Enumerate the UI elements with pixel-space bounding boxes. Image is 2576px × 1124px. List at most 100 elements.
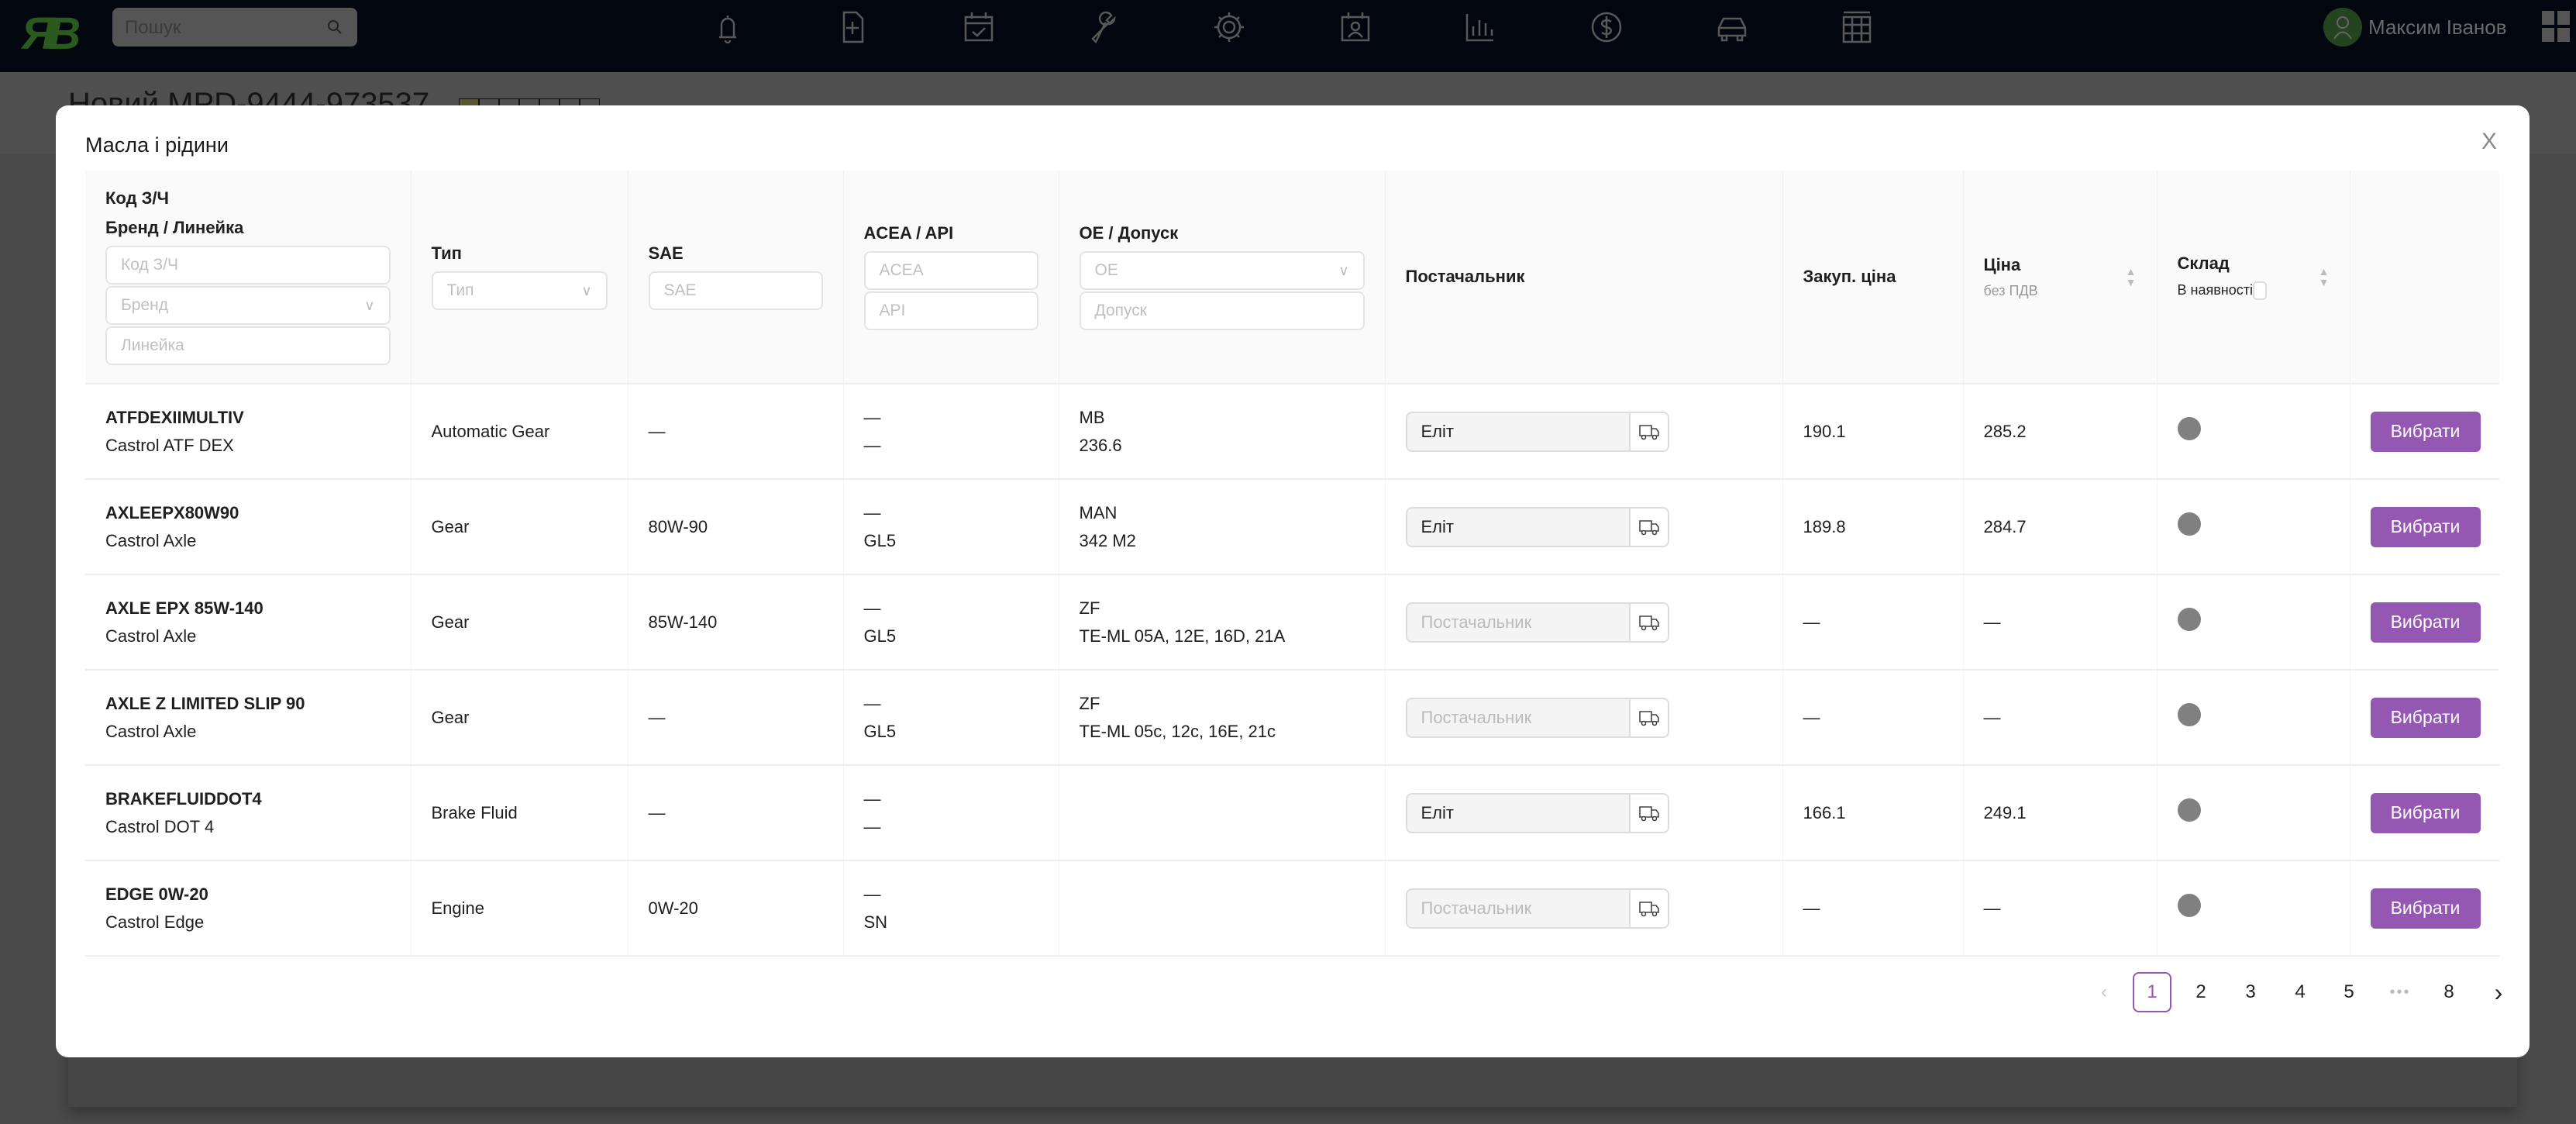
gear-icon[interactable] xyxy=(1210,8,1248,47)
cell-oe xyxy=(1059,765,1386,861)
truck-icon[interactable] xyxy=(1630,411,1669,452)
cell-code: AXLE Z LIMITED SLIP 90 Castrol Axle xyxy=(85,670,412,766)
cell-acea-api: — GL5 xyxy=(843,670,1059,766)
cell-sae: — xyxy=(628,670,844,766)
part-code: AXLEEPX80W90 xyxy=(105,502,239,522)
oe-filter-select[interactable]: OE ∨ xyxy=(1079,251,1365,290)
apps-grid-icon[interactable] xyxy=(2542,11,2570,42)
header-type: Тип xyxy=(431,243,462,263)
table-row: ATFDEXIIMULTIV Castrol ATF DEX Automatic … xyxy=(85,384,2499,480)
cell-price: 285.2 xyxy=(1963,384,2158,480)
file-plus-icon[interactable] xyxy=(833,8,872,47)
dollar-icon[interactable] xyxy=(1587,8,1626,47)
part-code: EDGE 0W-20 xyxy=(105,884,208,904)
line-filter-input[interactable]: Линейка xyxy=(105,326,391,365)
cell-action: Вибрати xyxy=(2350,574,2499,671)
select-button[interactable]: Вибрати xyxy=(2370,506,2481,547)
cell-type: Gear xyxy=(411,670,629,766)
app-logo[interactable]: ЯВ xyxy=(22,8,81,60)
sort-icon[interactable]: ▲ ▼ xyxy=(2319,266,2330,288)
col-price[interactable]: Ціна без ПДВ ▲ ▼ xyxy=(1963,171,2158,384)
supplier-field[interactable]: Еліт xyxy=(1405,506,1631,547)
cell-supplier: Еліт xyxy=(1385,479,1783,575)
header-supplier: Постачальник xyxy=(1405,267,1525,286)
part-code: ATFDEXIIMULTIV xyxy=(105,407,244,427)
supplier-field[interactable]: Еліт xyxy=(1405,411,1631,452)
in-stock-checkbox[interactable] xyxy=(2252,281,2267,300)
truck-icon[interactable] xyxy=(1630,888,1669,929)
sae-filter-input[interactable]: SAE xyxy=(648,271,823,310)
next-page-button[interactable]: › xyxy=(2479,972,2518,1012)
close-icon[interactable]: X xyxy=(2481,129,2497,155)
calendar-check-icon[interactable] xyxy=(959,8,998,47)
chevron-down-icon: ∨ xyxy=(581,282,592,298)
search-icon xyxy=(328,20,342,34)
cell-oe: MAN 342 M2 xyxy=(1059,479,1386,575)
col-oe: OE / Допуск OE ∨ Допуск xyxy=(1059,171,1386,384)
page-5-button[interactable]: 5 xyxy=(2330,972,2368,1012)
page-2-button[interactable]: 2 xyxy=(2182,972,2220,1012)
approval-value: 342 M2 xyxy=(1079,530,1136,550)
stock-status-dot xyxy=(2177,607,2201,631)
stock-status-dot xyxy=(2177,798,2201,822)
select-button[interactable]: Вибрати xyxy=(2370,888,2481,929)
api-value: — xyxy=(863,816,881,836)
cell-sae: 80W-90 xyxy=(628,479,844,575)
cell-acea-api: — GL5 xyxy=(843,574,1059,671)
truck-icon[interactable] xyxy=(1630,506,1669,547)
page-1-button[interactable]: 1 xyxy=(2133,972,2171,1012)
user-menu[interactable]: Максим Іванов xyxy=(2323,8,2507,47)
truck-icon[interactable] xyxy=(1630,697,1669,738)
truck-icon[interactable] xyxy=(1630,602,1669,643)
cell-purchase-price: — xyxy=(1782,574,1964,671)
select-button[interactable]: Вибрати xyxy=(2370,697,2481,738)
global-search-input[interactable]: Пошук xyxy=(112,8,357,47)
user-name: Максим Іванов xyxy=(2368,15,2507,39)
acea-filter-input[interactable]: ACEA xyxy=(863,251,1038,290)
part-code: AXLE Z LIMITED SLIP 90 xyxy=(105,693,305,713)
supplier-field[interactable]: Постачальник xyxy=(1405,888,1631,929)
supplier-field[interactable]: Постачальник xyxy=(1405,697,1631,738)
cell-sae: — xyxy=(628,384,844,480)
calendar-user-icon[interactable] xyxy=(1336,8,1375,47)
approval-filter-input[interactable]: Допуск xyxy=(1079,291,1365,330)
products-table: Код З/Ч Бренд / Линейка Код З/Ч Бренд ∨ Л… xyxy=(85,171,2499,957)
cell-acea-api: — — xyxy=(843,384,1059,480)
api-filter-input[interactable]: API xyxy=(863,291,1038,330)
col-purchase-price: Закуп. ціна xyxy=(1782,171,1964,384)
code-filter-input[interactable]: Код З/Ч xyxy=(105,246,391,284)
table-row: AXLEEPX80W90 Castrol Axle Gear 80W-90 — GL… xyxy=(85,479,2499,575)
page-3-button[interactable]: 3 xyxy=(2231,972,2270,1012)
truck-icon[interactable] xyxy=(1630,792,1669,833)
col-supplier: Постачальник xyxy=(1385,171,1783,384)
pagination-ellipsis[interactable]: ••• xyxy=(2381,972,2419,1012)
bell-icon[interactable] xyxy=(708,8,747,47)
col-actions xyxy=(2350,171,2499,384)
product-name: Castrol Axle xyxy=(105,530,197,550)
supplier-field[interactable]: Постачальник xyxy=(1405,602,1631,643)
select-button[interactable]: Вибрати xyxy=(2370,602,2481,643)
cell-type: Gear xyxy=(411,574,629,671)
pagination: ‹ 1 2 3 4 5 ••• 8 › xyxy=(56,972,2530,1014)
bar-chart-icon[interactable] xyxy=(1461,8,1500,47)
wrench-icon[interactable] xyxy=(1085,8,1124,47)
cell-stock xyxy=(2157,479,2350,575)
col-sae: SAE SAE xyxy=(628,171,844,384)
cell-supplier: Еліт xyxy=(1385,765,1783,861)
supplier-field[interactable]: Еліт xyxy=(1405,792,1631,833)
prev-page-button[interactable]: ‹ xyxy=(2085,972,2123,1012)
car-icon[interactable] xyxy=(1713,8,1751,47)
acea-filter-placeholder: ACEA xyxy=(879,261,924,279)
page-4-button[interactable]: 4 xyxy=(2281,972,2319,1012)
type-filter-select[interactable]: Тип ∨ xyxy=(431,271,608,310)
col-stock[interactable]: Склад В наявності ▲ ▼ xyxy=(2157,171,2350,384)
page-8-button[interactable]: 8 xyxy=(2430,972,2468,1012)
sort-icon[interactable]: ▲ ▼ xyxy=(2126,266,2137,288)
table-icon[interactable] xyxy=(1837,8,1876,47)
select-button[interactable]: Вибрати xyxy=(2370,792,2481,833)
select-button[interactable]: Вибрати xyxy=(2370,411,2481,452)
cell-supplier: Постачальник xyxy=(1385,860,1783,957)
brand-filter-select[interactable]: Бренд ∨ xyxy=(105,286,391,325)
acea-value: — xyxy=(863,407,881,427)
table-row: EDGE 0W-20 Castrol Edge Engine 0W-20 — SN … xyxy=(85,860,2499,957)
